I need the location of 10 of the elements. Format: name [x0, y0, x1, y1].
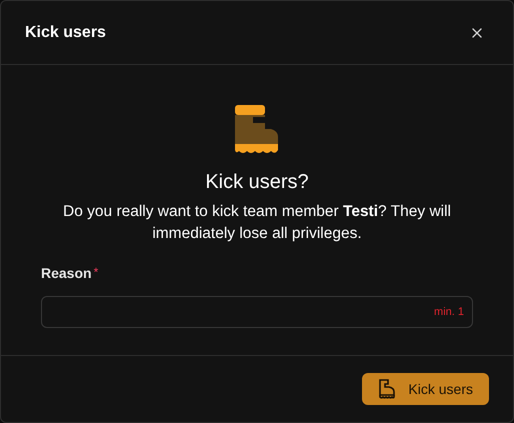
reason-field[interactable]: min. 1 [41, 296, 473, 328]
boot-icon [235, 105, 279, 155]
kick-users-button[interactable]: Kick users [362, 373, 489, 405]
field-hint: min. 1 [434, 304, 464, 320]
dialog-title: Kick users [25, 22, 106, 42]
dialog-message: Do you really want to kick team member Testi? They will immediately lose all privileges. [62, 202, 452, 244]
boot-icon [378, 379, 396, 399]
dialog-heading: Kick users? [205, 170, 309, 195]
field-label: Reason [41, 264, 92, 283]
required-mark: * [94, 264, 98, 281]
